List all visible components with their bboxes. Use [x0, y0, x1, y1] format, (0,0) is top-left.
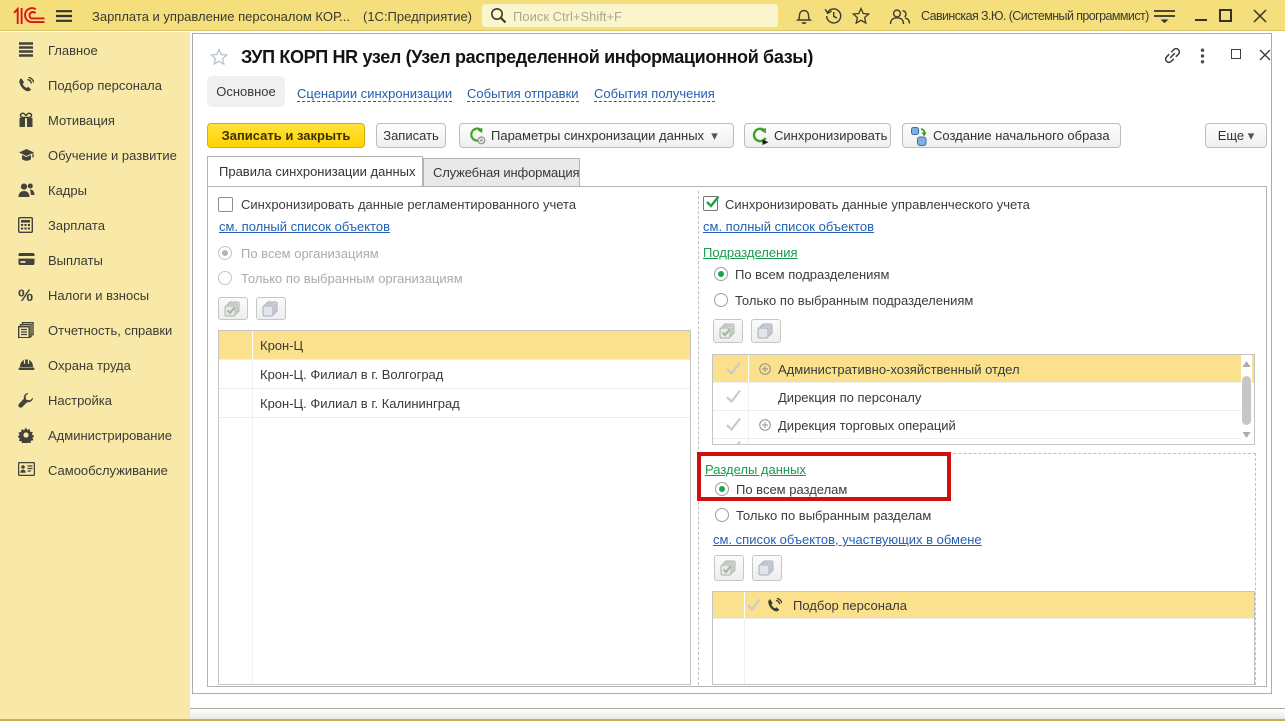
svg-text:%: % [18, 287, 33, 303]
